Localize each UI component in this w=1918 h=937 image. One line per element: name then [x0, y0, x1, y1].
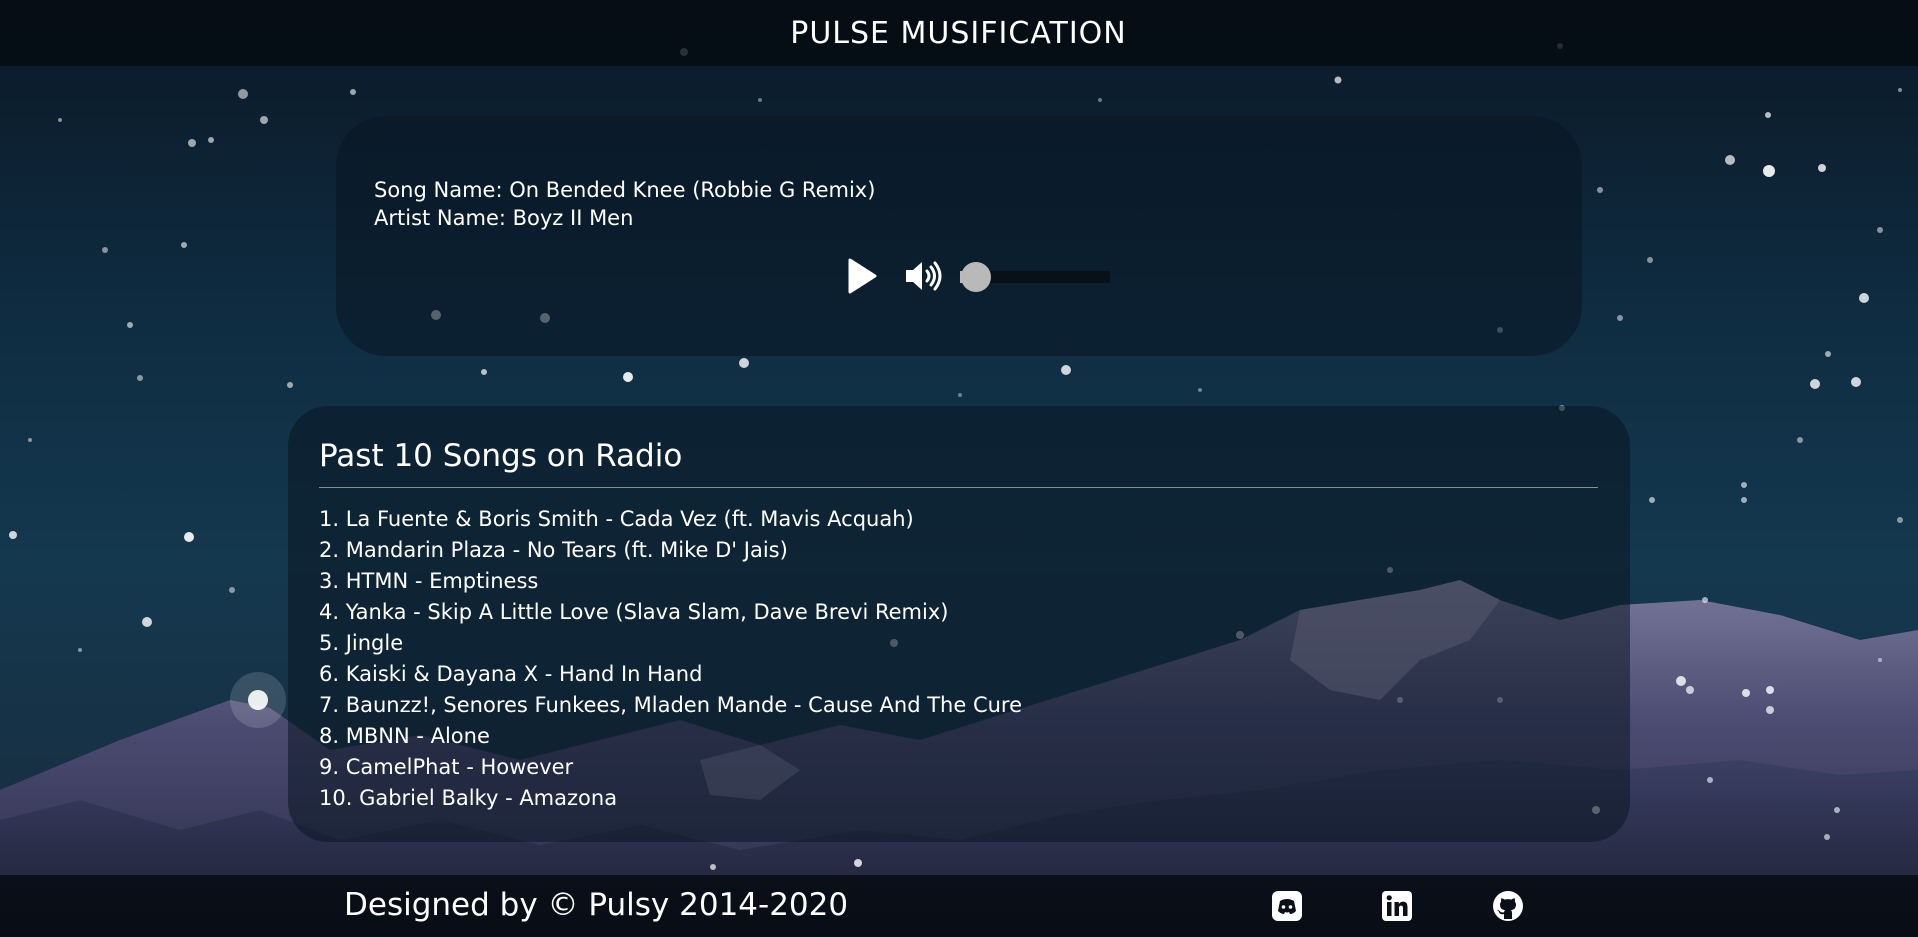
site-title: PULSE MUSIFICATION	[790, 15, 1127, 51]
list-item: 6. Kaiski & Dayana X - Hand In Hand	[319, 662, 703, 686]
now-playing-panel: Song Name: On Bended Knee (Robbie G Remi…	[336, 116, 1582, 356]
volume-button[interactable]	[904, 256, 944, 296]
header-bar: PULSE MUSIFICATION	[0, 0, 1918, 66]
recent-songs-title: Past 10 Songs on Radio	[319, 438, 683, 474]
discord-link[interactable]	[1270, 889, 1304, 923]
artist-name: Artist Name: Boyz II Men	[374, 206, 634, 230]
github-link[interactable]	[1491, 889, 1525, 923]
play-button[interactable]	[844, 256, 880, 296]
list-item: 9. CamelPhat - However	[319, 755, 574, 779]
footer-bar: Designed by © Pulsy 2014-2020	[0, 875, 1918, 937]
list-item: 10. Gabriel Balky - Amazona	[319, 786, 618, 810]
linkedin-icon	[1382, 891, 1412, 921]
list-item: 4. Yanka - Skip A Little Love (Slava Sla…	[319, 600, 949, 624]
recent-songs-panel: Past 10 Songs on Radio 1. La Fuente & Bo…	[288, 406, 1630, 842]
song-name: Song Name: On Bended Knee (Robbie G Remi…	[374, 178, 876, 202]
list-item: 1. La Fuente & Boris Smith - Cada Vez (f…	[319, 507, 914, 531]
divider	[319, 487, 1598, 488]
discord-icon	[1272, 891, 1302, 921]
volume-slider[interactable]	[960, 256, 1110, 296]
player-controls	[844, 256, 1110, 296]
list-item: 7. Baunzz!, Senores Funkees, Mladen Mand…	[319, 693, 1023, 717]
list-item: 8. MBNN - Alone	[319, 724, 490, 748]
list-item: 3. HTMN - Emptiness	[319, 569, 539, 593]
github-icon	[1493, 891, 1523, 921]
linkedin-link[interactable]	[1380, 889, 1414, 923]
list-item: 2. Mandarin Plaza - No Tears (ft. Mike D…	[319, 538, 788, 562]
list-item: 5. Jingle	[319, 631, 404, 655]
volume-slider-thumb[interactable]	[961, 262, 991, 292]
recent-songs-list: 1. La Fuente & Boris Smith - Cada Vez (f…	[319, 504, 1022, 814]
copyright-text: Designed by © Pulsy 2014-2020	[344, 887, 849, 923]
play-icon	[848, 258, 877, 294]
volume-icon	[906, 261, 942, 291]
